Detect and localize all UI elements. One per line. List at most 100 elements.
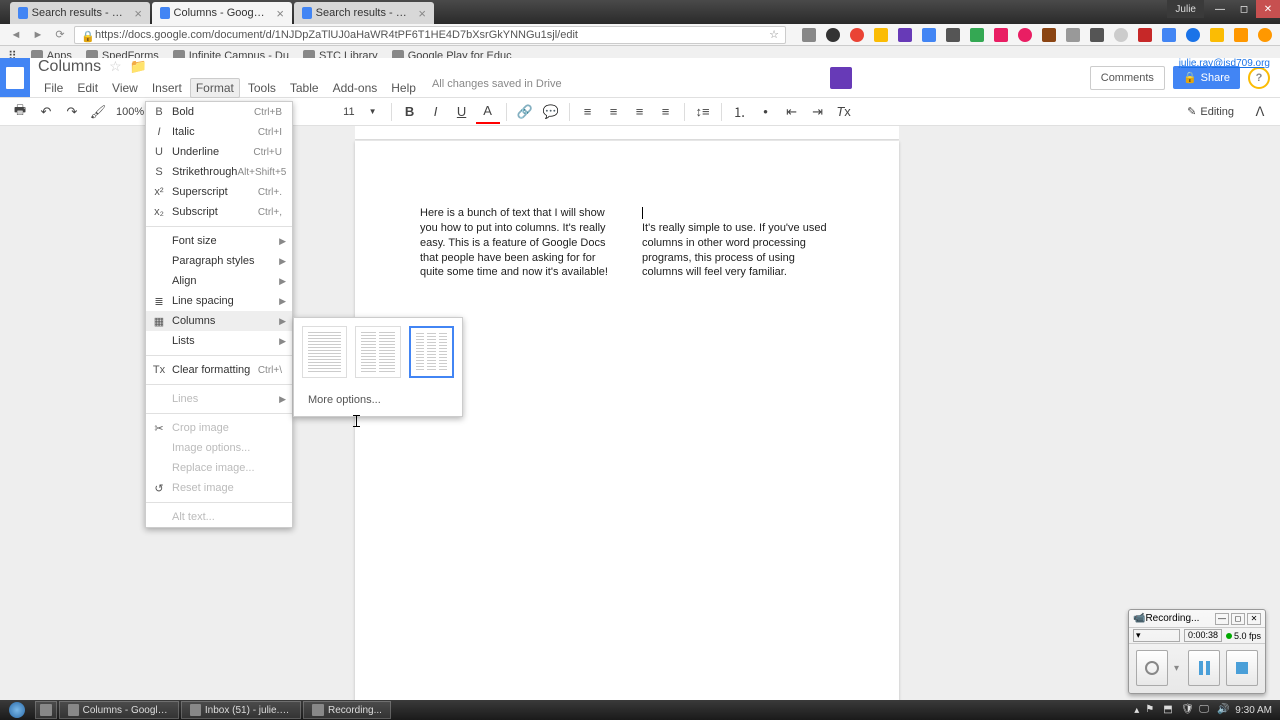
horizontal-ruler[interactable] <box>355 126 899 140</box>
network-icon[interactable]: 🖵 <box>1199 704 1211 716</box>
bold-icon[interactable]: B <box>398 100 422 124</box>
menu-help[interactable]: Help <box>385 78 422 98</box>
increase-indent-icon[interactable]: ⇥ <box>806 100 830 124</box>
ext-icon[interactable] <box>1258 28 1272 42</box>
ext-icon[interactable] <box>922 28 936 42</box>
column-2[interactable]: It's really simple to use. If you've use… <box>642 206 834 280</box>
pinned-item[interactable] <box>35 701 57 719</box>
format-menu-clear-formatting[interactable]: TxClear formattingCtrl+\ <box>146 360 292 380</box>
align-justify-icon[interactable]: ≡ <box>654 100 678 124</box>
document-page[interactable]: Here is a bunch of text that I will show… <box>355 141 899 700</box>
format-menu-lists[interactable]: Lists▶ <box>146 331 292 351</box>
column-option-1[interactable] <box>302 326 347 378</box>
taskbar-item[interactable]: Columns - Google D... <box>59 701 179 719</box>
link-icon[interactable]: 🔗 <box>513 100 537 124</box>
browser-tab[interactable]: Columns - Google Docs× <box>152 2 292 24</box>
ext-icon[interactable] <box>1186 28 1200 42</box>
rw-minimize[interactable]: — <box>1215 613 1229 625</box>
decrease-indent-icon[interactable]: ⇤ <box>780 100 804 124</box>
minimize-button[interactable]: — <box>1208 0 1232 18</box>
recording-titlebar[interactable]: 📹 Recording... — ◻ ✕ <box>1129 610 1265 628</box>
close-button[interactable]: ✕ <box>1256 0 1280 18</box>
rw-close[interactable]: ✕ <box>1247 613 1261 625</box>
font-size-input[interactable]: 11 <box>339 106 358 118</box>
menu-format[interactable]: Format <box>190 78 240 98</box>
tab-close-icon[interactable]: × <box>134 6 142 21</box>
ext-icon[interactable] <box>1018 28 1032 42</box>
zoom-select[interactable]: 100% <box>112 106 148 118</box>
italic-icon[interactable]: I <box>424 100 448 124</box>
ext-icon[interactable] <box>1234 28 1248 42</box>
collapse-toolbar-icon[interactable]: ᐱ <box>1248 100 1272 124</box>
align-left-icon[interactable]: ≡ <box>576 100 600 124</box>
format-menu-underline[interactable]: UUnderlineCtrl+U <box>146 142 292 162</box>
ext-icon[interactable] <box>874 28 888 42</box>
comment-icon[interactable]: 💬 <box>539 100 563 124</box>
start-button[interactable] <box>0 700 34 720</box>
folder-icon[interactable]: 📁 <box>130 58 147 75</box>
align-right-icon[interactable]: ≡ <box>628 100 652 124</box>
format-menu-columns[interactable]: ▦Columns▶ <box>146 311 292 331</box>
align-center-icon[interactable]: ≡ <box>602 100 626 124</box>
share-button[interactable]: 🔒 Share <box>1173 66 1240 89</box>
redo-icon[interactable]: ↷ <box>60 100 84 124</box>
numbered-list-icon[interactable]: ⒈ <box>728 100 752 124</box>
taskbar-item[interactable]: Inbox (51) - julie.ray... <box>181 701 301 719</box>
record-button[interactable] <box>1136 650 1168 686</box>
ext-icon[interactable] <box>1138 28 1152 42</box>
tab-close-icon[interactable]: × <box>276 6 284 21</box>
text-color-icon[interactable]: A <box>476 100 500 124</box>
format-menu-bold[interactable]: BBoldCtrl+B <box>146 102 292 122</box>
column-option-3[interactable] <box>409 326 454 378</box>
docs-logo[interactable] <box>0 58 30 97</box>
ext-icon[interactable] <box>1114 28 1128 42</box>
line-spacing-icon[interactable]: ↕≡ <box>691 100 715 124</box>
browser-tab[interactable]: Search results - Google× <box>10 2 150 24</box>
more-options-item[interactable]: More options... <box>302 392 454 408</box>
comments-button[interactable]: Comments <box>1090 66 1165 90</box>
format-menu-strikethrough[interactable]: SStrikethroughAlt+Shift+5 <box>146 162 292 182</box>
taskbar-item[interactable]: Recording... <box>303 701 391 719</box>
format-menu-subscript[interactable]: x₂SubscriptCtrl+, <box>146 202 292 222</box>
volume-icon[interactable]: 🔊 <box>1217 704 1229 716</box>
addon-badge-icon[interactable] <box>830 67 852 89</box>
menu-insert[interactable]: Insert <box>146 78 188 98</box>
pause-button[interactable] <box>1188 650 1220 686</box>
format-menu-font-size[interactable]: Font size▶ <box>146 231 292 251</box>
print-icon[interactable]: 🖶 <box>8 100 32 124</box>
undo-icon[interactable]: ↶ <box>34 100 58 124</box>
ext-icon[interactable] <box>1162 28 1176 42</box>
stop-button[interactable] <box>1226 650 1258 686</box>
ext-icon[interactable] <box>970 28 984 42</box>
format-menu-italic[interactable]: IItalicCtrl+I <box>146 122 292 142</box>
column-1[interactable]: Here is a bunch of text that I will show… <box>420 206 612 280</box>
menu-edit[interactable]: Edit <box>71 78 104 98</box>
tab-close-icon[interactable]: × <box>418 6 426 21</box>
ext-icon[interactable] <box>1066 28 1080 42</box>
ext-icon[interactable] <box>1090 28 1104 42</box>
taskbar-clock[interactable]: 9:30 AM <box>1235 705 1272 716</box>
browser-user-label[interactable]: Julie <box>1167 0 1204 18</box>
back-button[interactable]: ◄ <box>8 27 24 43</box>
clear-format-icon[interactable]: Tx <box>832 100 856 124</box>
tray-icon[interactable]: ⬒ <box>1163 704 1175 716</box>
format-menu-paragraph-styles[interactable]: Paragraph styles▶ <box>146 251 292 271</box>
ext-icon[interactable] <box>1210 28 1224 42</box>
ext-icon[interactable] <box>1042 28 1056 42</box>
recording-dropdown[interactable]: ▾ <box>1133 629 1180 642</box>
format-menu-line-spacing[interactable]: ≣Line spacing▶ <box>146 291 292 311</box>
tray-icon[interactable]: ⚑ <box>1145 704 1157 716</box>
ext-icon[interactable] <box>850 28 864 42</box>
ext-icon[interactable] <box>898 28 912 42</box>
dropdown-arrow-icon[interactable]: ▾ <box>1174 663 1182 674</box>
underline-icon[interactable]: U <box>450 100 474 124</box>
ext-icon[interactable] <box>802 28 816 42</box>
column-option-2[interactable] <box>355 326 400 378</box>
menu-add-ons[interactable]: Add-ons <box>327 78 384 98</box>
paint-format-icon[interactable]: 🖌 <box>86 100 110 124</box>
reload-button[interactable]: ⟳ <box>52 27 68 43</box>
editing-mode-button[interactable]: ✎ Editing <box>1179 101 1242 122</box>
menu-tools[interactable]: Tools <box>242 78 282 98</box>
menu-file[interactable]: File <box>38 78 69 98</box>
browser-tab[interactable]: Search results - Google× <box>294 2 434 24</box>
